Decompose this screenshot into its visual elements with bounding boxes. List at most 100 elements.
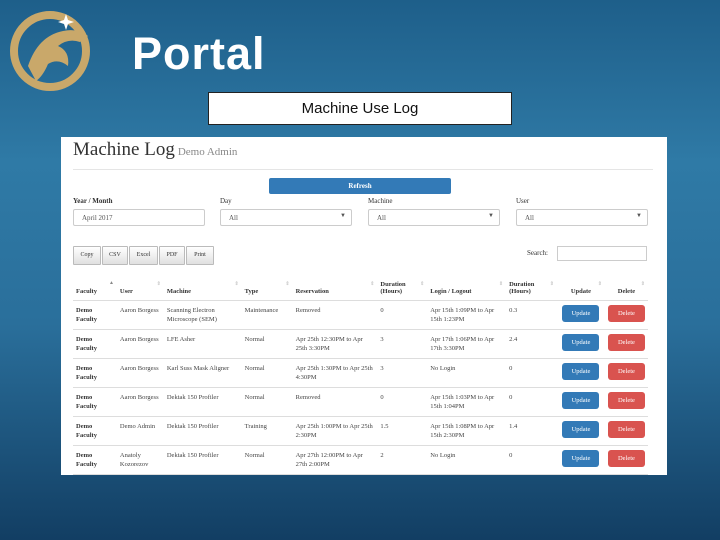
table-row: Demo Faculty Demo Admin Dektak 150 Profile…	[73, 416, 648, 446]
day-label: Day	[220, 197, 232, 205]
cell-reservation: Removed	[292, 300, 378, 330]
cell-login: Apr 15th 1:08PM to Apr 15th 2:30PM	[427, 416, 507, 446]
cell-delete: Delete	[604, 416, 648, 446]
column-header-label: Duration (Hours)	[509, 280, 535, 295]
machine-select[interactable]: All ▼	[368, 209, 500, 226]
delete-button[interactable]: Delete	[607, 449, 645, 467]
copy-button[interactable]: Copy	[73, 246, 101, 265]
column-header[interactable]: User ⇕	[116, 275, 164, 301]
column-header-label: Faculty	[76, 287, 97, 295]
subtitle-text: Demo Admin	[177, 146, 238, 158]
column-header[interactable]: Reservation ⇕	[292, 275, 378, 301]
user-select[interactable]: All ▼	[516, 209, 648, 226]
column-header-label: Machine	[166, 287, 192, 295]
caret-down-icon: ▼	[488, 213, 494, 219]
cell-delete: Delete	[604, 329, 648, 359]
column-header[interactable]: Login / Logout ⇕	[427, 275, 507, 301]
cell-update: Update	[556, 300, 605, 330]
column-header[interactable]: Update ⇕	[556, 275, 605, 301]
table-row: Demo Faculty Aaron Borgess Scanning Electr…	[73, 300, 648, 330]
pdf-button[interactable]: PDF	[159, 246, 185, 265]
cell-type: Training	[241, 416, 293, 446]
portal-title: Portal	[132, 28, 266, 79]
delete-button[interactable]: Delete	[607, 420, 645, 438]
cell-reservation: Apr 25th 1:00PM to Apr 25th 2:30PM	[292, 416, 378, 446]
cell-dur2: 2.4	[506, 329, 557, 359]
column-header-label: Update	[570, 287, 592, 295]
column-header-label: Type	[244, 287, 259, 295]
print-button[interactable]: Print	[186, 246, 214, 265]
cell-delete: Delete	[604, 300, 648, 330]
cell-update: Update	[556, 416, 605, 446]
delete-button[interactable]: Delete	[607, 391, 645, 409]
cell-delete: Delete	[604, 387, 648, 417]
caret-down-icon: ▼	[636, 213, 642, 219]
sort-icon: ⇕	[498, 282, 504, 287]
update-button[interactable]: Update	[562, 391, 600, 409]
cell-user: Demo Admin	[116, 416, 164, 446]
search-input[interactable]	[557, 246, 647, 261]
cell-dur1: 3	[377, 329, 428, 359]
sort-icon: ⇕	[549, 282, 554, 287]
column-header[interactable]: Delete ⇕	[604, 275, 648, 301]
cell-type: Maintenance	[241, 300, 293, 330]
cell-faculty: Demo Faculty	[73, 300, 117, 330]
machine-use-log-label: Machine Use Log	[208, 92, 512, 125]
machine-log-panel: Machine Log Demo Admin Refresh Year / Mon…	[61, 137, 667, 475]
excel-button[interactable]: Excel	[129, 246, 158, 265]
column-header[interactable]: Duration (Hours) ⇕	[506, 275, 557, 301]
pegasus-logo	[10, 11, 90, 91]
cell-type: Normal	[241, 329, 293, 359]
table-row: Demo Faculty Aaron Borgess Karl Suss Mask …	[73, 358, 648, 388]
update-button[interactable]: Update	[562, 362, 600, 380]
cell-login: Apr 15th 1:03PM to Apr 15th 1:04PM	[427, 387, 507, 417]
cell-dur2: 0	[506, 387, 557, 417]
cell-update: Update	[556, 387, 605, 417]
update-button[interactable]: Update	[562, 304, 600, 322]
sort-icon: ⇕	[370, 282, 375, 287]
cell-type: Normal	[241, 358, 293, 388]
cell-reservation: Apr 27th 12:00PM to Apr 27th 2:00PM	[292, 445, 378, 475]
cell-reservation: Apr 25th 12:30PM to Apr 25th 3:30PM	[292, 329, 378, 359]
csv-button[interactable]: CSV	[102, 246, 128, 265]
cell-delete: Delete	[604, 445, 648, 475]
delete-button[interactable]: Delete	[607, 304, 645, 322]
cell-update: Update	[556, 329, 605, 359]
machine-log-table: Faculty ▲ User ⇕ Machine ⇕ Type ⇕ Reservation ⇕ Du…	[73, 275, 648, 475]
update-button[interactable]: Update	[562, 449, 600, 467]
column-header[interactable]: Duration (Hours) ⇕	[377, 275, 428, 301]
cell-reservation: Removed	[292, 387, 378, 417]
sort-icon: ⇕	[285, 282, 290, 287]
cell-machine: Dektak 150 Profiler	[163, 387, 242, 417]
day-select[interactable]: All ▼	[220, 209, 352, 226]
cell-machine: Karl Suss Mask Aligner	[163, 358, 242, 388]
cell-reservation: Apr 25th 1:30PM to Apr 25th 4:30PM	[292, 358, 378, 388]
cell-update: Update	[556, 445, 605, 475]
cell-dur1: 0	[377, 300, 428, 330]
column-header[interactable]: Machine ⇕	[163, 275, 242, 301]
table-row: Demo Faculty Anatoly Kozorezov Dektak 150 …	[73, 445, 648, 475]
cell-dur2: 1.4	[506, 416, 557, 446]
cell-login: No Login	[427, 445, 507, 475]
cell-faculty: Demo Faculty	[73, 329, 117, 359]
cell-dur1: 1.5	[377, 416, 428, 446]
divider	[73, 169, 653, 170]
cell-type: Normal	[241, 387, 293, 417]
user-label: User	[516, 197, 530, 205]
update-button[interactable]: Update	[562, 333, 600, 351]
column-header[interactable]: Faculty ▲	[73, 275, 117, 301]
year-month-input[interactable]: April 2017	[73, 209, 205, 226]
update-button[interactable]: Update	[562, 420, 600, 438]
delete-button[interactable]: Delete	[607, 333, 645, 351]
delete-button[interactable]: Delete	[607, 362, 645, 380]
cell-dur2: 0	[506, 358, 557, 388]
column-header[interactable]: Type ⇕	[241, 275, 293, 301]
cell-machine: Dektak 150 Profiler	[163, 445, 242, 475]
column-header-label: Login / Logout	[430, 287, 472, 295]
sort-icon: ⇕	[156, 282, 161, 287]
cell-login: No Login	[427, 358, 507, 388]
cell-user: Aaron Borgess	[116, 300, 164, 330]
refresh-button[interactable]: Refresh	[269, 178, 451, 194]
cell-dur1: 0	[377, 387, 428, 417]
cell-update: Update	[556, 358, 605, 388]
